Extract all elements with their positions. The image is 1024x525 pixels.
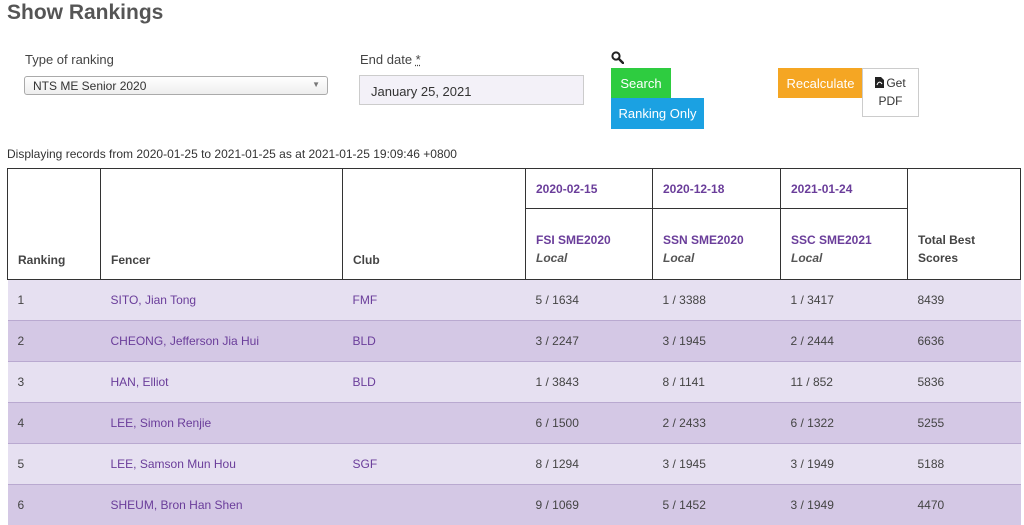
cell-fencer-link[interactable]: SHEUM, Bron Han Shen [101, 485, 343, 525]
cell-event-1: 1 / 3843 [526, 362, 653, 403]
table-header-columns: Ranking Fencer Club FSI SME2020 Local SS… [8, 209, 1021, 280]
ranking-type-select[interactable]: NTS ME Senior 2020 ▼ [24, 76, 328, 95]
get-pdf-label-2: PDF [879, 94, 903, 108]
event-date-1[interactable]: 2020-02-15 [526, 169, 653, 209]
pdf-file-icon [875, 77, 884, 88]
header-event-2[interactable]: SSN SME2020 Local [653, 209, 781, 280]
cell-total: 6636 [908, 321, 1021, 362]
cell-club-link[interactable]: BLD [343, 321, 526, 362]
cell-rank: 5 [8, 444, 101, 485]
cell-total: 5836 [908, 362, 1021, 403]
get-pdf-label-1: Get [886, 76, 905, 90]
header-club: Club [343, 209, 526, 280]
cell-event-3: 6 / 1322 [781, 403, 908, 444]
cell-event-3: 1 / 3417 [781, 280, 908, 321]
search-button[interactable]: Search [611, 68, 671, 98]
table-header-dates: 2020-02-15 2020-12-18 2021-01-24 [8, 169, 1021, 209]
table-row: 4 LEE, Simon Renjie 6 / 1500 2 / 2433 6 … [8, 403, 1021, 444]
header-spacer-club [343, 169, 526, 209]
header-ranking: Ranking [8, 209, 101, 280]
cell-rank: 1 [8, 280, 101, 321]
ranking-only-button[interactable]: Ranking Only [611, 98, 704, 129]
cell-fencer-link[interactable]: CHEONG, Jefferson Jia Hui [101, 321, 343, 362]
rankings-table: 2020-02-15 2020-12-18 2021-01-24 Ranking… [7, 168, 1021, 525]
table-row: 5 LEE, Samson Mun Hou SGF 8 / 1294 3 / 1… [8, 444, 1021, 485]
header-spacer-fencer [101, 169, 343, 209]
table-row: 3 HAN, Elliot BLD 1 / 3843 8 / 1141 11 /… [8, 362, 1021, 403]
ranking-type-value: NTS ME Senior 2020 [33, 79, 146, 93]
cell-rank: 3 [8, 362, 101, 403]
cell-event-2: 1 / 3388 [653, 280, 781, 321]
event-type-2: Local [663, 249, 770, 267]
cell-club-link[interactable]: FMF [343, 280, 526, 321]
event-date-2[interactable]: 2020-12-18 [653, 169, 781, 209]
cell-fencer-link[interactable]: LEE, Samson Mun Hou [101, 444, 343, 485]
cell-club-link[interactable]: SGF [343, 444, 526, 485]
records-summary: Displaying records from 2020-01-25 to 20… [7, 147, 457, 161]
cell-event-3: 2 / 2444 [781, 321, 908, 362]
cell-rank: 2 [8, 321, 101, 362]
cell-total: 8439 [908, 280, 1021, 321]
chevron-down-icon: ▼ [312, 80, 320, 89]
cell-event-2: 8 / 1141 [653, 362, 781, 403]
cell-event-3: 3 / 1949 [781, 485, 908, 525]
ranking-type-label: Type of ranking [25, 52, 114, 67]
header-event-1[interactable]: FSI SME2020 Local [526, 209, 653, 280]
cell-fencer-link[interactable]: HAN, Elliot [101, 362, 343, 403]
recalculate-button[interactable]: Recalculate [778, 68, 863, 98]
cell-event-1: 9 / 1069 [526, 485, 653, 525]
cell-total: 5188 [908, 444, 1021, 485]
cell-club-link[interactable] [343, 485, 526, 525]
cell-rank: 4 [8, 403, 101, 444]
cell-event-2: 2 / 2433 [653, 403, 781, 444]
cell-event-1: 5 / 1634 [526, 280, 653, 321]
end-date-label-text: End date [360, 52, 412, 67]
cell-event-3: 3 / 1949 [781, 444, 908, 485]
end-date-value: January 25, 2021 [371, 84, 471, 99]
header-fencer: Fencer [101, 209, 343, 280]
table-row: 1 SITO, Jian Tong FMF 5 / 1634 1 / 3388 … [8, 280, 1021, 321]
cell-fencer-link[interactable]: LEE, Simon Renjie [101, 403, 343, 444]
header-spacer-ranking [8, 169, 101, 209]
event-date-3[interactable]: 2021-01-24 [781, 169, 908, 209]
cell-total: 5255 [908, 403, 1021, 444]
cell-event-1: 3 / 2247 [526, 321, 653, 362]
event-name-1: FSI SME2020 [536, 231, 642, 249]
table-row: 2 CHEONG, Jefferson Jia Hui BLD 3 / 2247… [8, 321, 1021, 362]
get-pdf-button[interactable]: Get PDF [862, 68, 919, 117]
cell-fencer-link[interactable]: SITO, Jian Tong [101, 280, 343, 321]
cell-club-link[interactable] [343, 403, 526, 444]
end-date-label: End date * [360, 52, 421, 67]
cell-total: 4470 [908, 485, 1021, 525]
event-name-3: SSC SME2021 [791, 231, 897, 249]
required-marker: * [416, 52, 421, 67]
cell-club-link[interactable]: BLD [343, 362, 526, 403]
cell-event-2: 3 / 1945 [653, 321, 781, 362]
search-icon [611, 51, 624, 64]
cell-rank: 6 [8, 485, 101, 525]
header-event-3[interactable]: SSC SME2021 Local [781, 209, 908, 280]
header-spacer-total [908, 169, 1021, 209]
cell-event-2: 3 / 1945 [653, 444, 781, 485]
table-row: 6 SHEUM, Bron Han Shen 9 / 1069 5 / 1452… [8, 485, 1021, 525]
cell-event-1: 6 / 1500 [526, 403, 653, 444]
cell-event-1: 8 / 1294 [526, 444, 653, 485]
page-title: Show Rankings [7, 1, 163, 25]
cell-event-2: 5 / 1452 [653, 485, 781, 525]
cell-event-3: 11 / 852 [781, 362, 908, 403]
event-type-3: Local [791, 249, 897, 267]
event-type-1: Local [536, 249, 642, 267]
end-date-input[interactable]: January 25, 2021 [359, 75, 584, 105]
header-total: Total Best Scores [908, 209, 1021, 280]
event-name-2: SSN SME2020 [663, 231, 770, 249]
